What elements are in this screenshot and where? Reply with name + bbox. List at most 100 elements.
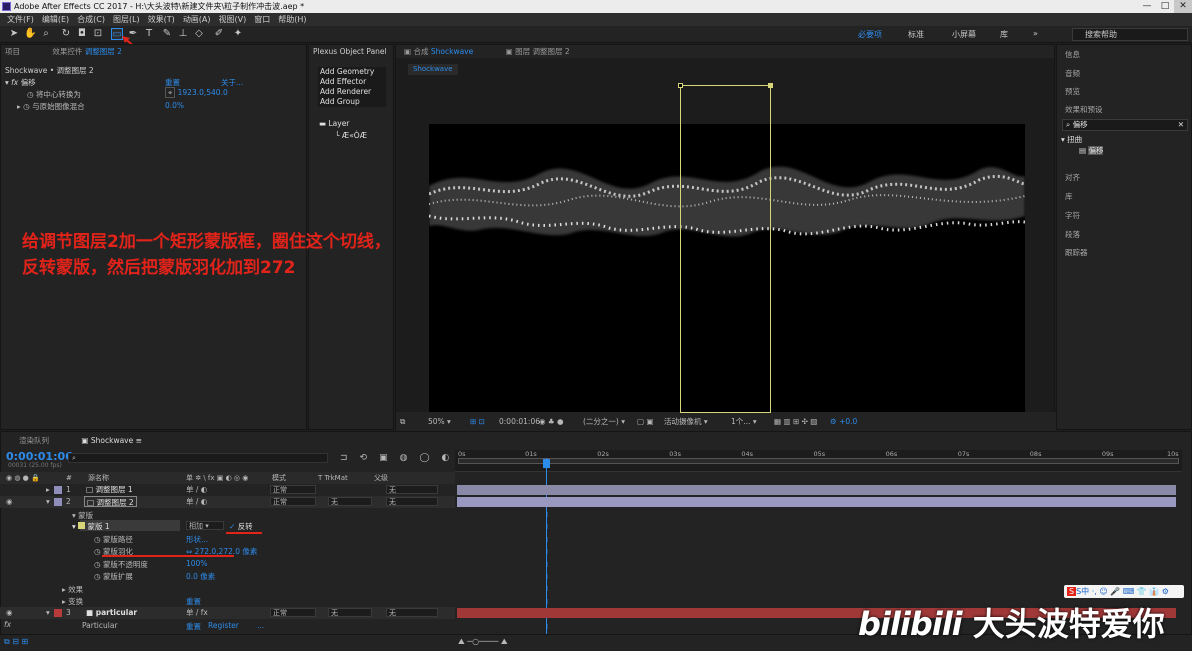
panel-tracker[interactable]: 跟踪器 bbox=[1065, 247, 1088, 258]
zoom-slider[interactable]: ⛰ ─○──── ⛰ bbox=[458, 637, 508, 647]
effects-group-distort[interactable]: ▾ 扭曲 bbox=[1061, 134, 1082, 145]
resolution-select[interactable]: (二分之一) ▾ bbox=[583, 412, 625, 431]
viewer-timecode[interactable]: 0:00:01:06 bbox=[499, 412, 540, 431]
layer-color-label[interactable] bbox=[54, 498, 62, 506]
effect-about-link[interactable]: 关于... bbox=[221, 77, 243, 88]
layer-row[interactable]: ◉ ▾ 2 □ 调整图层 2 单 / ◐ 正常 无 无 bbox=[0, 496, 455, 508]
mask-vertex-handle[interactable] bbox=[678, 83, 683, 88]
trkmat-select[interactable]: 无 bbox=[328, 608, 372, 617]
prop-blend-value[interactable]: 0.0% bbox=[165, 101, 184, 110]
layer-switches[interactable]: 单 / fx bbox=[186, 607, 208, 618]
pan-behind-tool-icon[interactable]: ⊡ bbox=[92, 28, 104, 40]
zoom-tool-icon[interactable]: ⌕ bbox=[40, 28, 52, 40]
panel-effects-presets[interactable]: 效果和预设 bbox=[1065, 104, 1103, 115]
parent-select[interactable]: 无 bbox=[386, 608, 438, 617]
transform-group[interactable]: ▸ 变换 bbox=[62, 596, 83, 607]
col-trkmat[interactable]: T TrkMat bbox=[318, 472, 348, 484]
menu-file[interactable]: 文件(F) bbox=[4, 13, 37, 26]
grid-icon[interactable]: ⊞ ⊡ bbox=[470, 412, 485, 431]
viewer-tools-icon[interactable]: ▦ ▥ ⊞ ✣ ▨ bbox=[774, 412, 817, 431]
mask-vertex-handle[interactable] bbox=[768, 83, 773, 88]
panel-libraries[interactable]: 库 bbox=[1065, 191, 1073, 202]
particular-register-link[interactable]: Register bbox=[208, 621, 239, 630]
always-preview-icon[interactable]: ⧉ bbox=[400, 412, 405, 431]
add-group-button[interactable]: Add Group bbox=[320, 97, 386, 107]
work-area-bar[interactable] bbox=[458, 458, 1179, 464]
parent-select[interactable]: 无 bbox=[386, 485, 438, 494]
layer-bar-2[interactable] bbox=[457, 497, 1176, 507]
ime-toolbar[interactable]: S S中 ·, ☺ 🎤 ⌨ 👕 👔 ⚙ bbox=[1064, 585, 1184, 598]
mode-select[interactable]: 正常 bbox=[270, 608, 316, 617]
panel-character[interactable]: 字符 bbox=[1065, 210, 1080, 221]
effect-offset-row[interactable]: ▾ fx 偏移 bbox=[5, 77, 36, 88]
particular-options-link[interactable]: ... bbox=[257, 621, 264, 630]
mask-rectangle[interactable] bbox=[680, 85, 771, 413]
add-geometry-button[interactable]: Add Geometry bbox=[320, 67, 386, 77]
workspace-more-button[interactable]: » bbox=[1033, 29, 1038, 38]
col-parent[interactable]: 父级 bbox=[374, 472, 388, 484]
layer-switches[interactable]: 单 / ◐ bbox=[186, 496, 207, 507]
layer-name[interactable]: □ 调整图层 2 bbox=[84, 496, 137, 507]
hand-tool-icon[interactable]: ✋ bbox=[24, 28, 36, 40]
rotate-tool-icon[interactable]: ↻ bbox=[60, 28, 72, 40]
layer-search-input[interactable]: ⌕ bbox=[68, 453, 328, 463]
puppet-pin-tool-icon[interactable]: ✦ bbox=[232, 28, 244, 40]
camera-tool-icon[interactable]: ◘ bbox=[76, 28, 88, 40]
mask-inverted-checkbox[interactable]: ✓ 反转 bbox=[229, 521, 253, 532]
parent-select[interactable]: 无 bbox=[386, 497, 438, 506]
workspace-library[interactable]: 库 bbox=[1000, 29, 1008, 40]
playhead-handle[interactable] bbox=[543, 459, 550, 468]
workspace-standard[interactable]: 标准 bbox=[908, 29, 924, 40]
mask-path-value[interactable]: 形状... bbox=[186, 534, 208, 545]
panel-align[interactable]: 对齐 bbox=[1065, 172, 1080, 183]
layer-bar-1[interactable] bbox=[457, 485, 1176, 495]
particular-reset-link[interactable]: 重置 bbox=[186, 621, 201, 632]
mask-1-name[interactable]: ▾ 蒙版 1 bbox=[72, 521, 110, 532]
tab-composition[interactable]: ▣ 合成 Shockwave bbox=[404, 47, 473, 56]
tab-render-queue[interactable]: 渲染队列 bbox=[19, 436, 49, 445]
plexus-tree-layer[interactable]: ▬ Layer bbox=[319, 119, 349, 128]
mask-expansion-value[interactable]: 0.0 像素 bbox=[186, 571, 215, 582]
workspace-essentials[interactable]: 必要项 bbox=[858, 29, 882, 40]
mask-mode-select[interactable]: 相加 ▾ bbox=[186, 521, 224, 530]
eraser-tool-icon[interactable]: ◇ bbox=[193, 28, 205, 40]
clear-search-icon[interactable]: ✕ bbox=[1178, 120, 1184, 130]
maximize-button[interactable]: □ bbox=[1156, 0, 1174, 13]
menu-edit[interactable]: 编辑(E) bbox=[39, 13, 72, 26]
trkmat-select[interactable]: 无 bbox=[328, 497, 372, 506]
selection-tool-icon[interactable]: ➤ bbox=[8, 28, 20, 40]
tab-layer-viewer[interactable]: ▣ 图层 调整图层 2 bbox=[506, 47, 570, 56]
roi-icon[interactable]: ▢ ▣ bbox=[637, 412, 654, 431]
col-source-name[interactable]: 源名称 bbox=[88, 472, 109, 484]
mode-select[interactable]: 正常 bbox=[270, 485, 316, 494]
panel-preview[interactable]: 预览 bbox=[1065, 86, 1080, 97]
time-ruler[interactable]: 0s 01s 02s 03s 04s 05s 06s 07s 08s 09s 10s bbox=[455, 450, 1182, 472]
menu-animation[interactable]: 动画(A) bbox=[180, 13, 214, 26]
layer-color-label[interactable] bbox=[54, 609, 62, 617]
menu-view[interactable]: 视图(V) bbox=[216, 13, 250, 26]
mask-opacity-value[interactable]: 100% bbox=[186, 559, 207, 568]
workspace-small-screen[interactable]: 小屏幕 bbox=[952, 29, 976, 40]
help-search-input[interactable]: 搜索帮助 bbox=[1072, 28, 1188, 41]
minimize-button[interactable]: — bbox=[1138, 0, 1156, 13]
zoom-select[interactable]: 50% ▾ bbox=[428, 412, 451, 431]
footer-toggle-icons[interactable]: ⧉ ⊟ ⊞ bbox=[4, 637, 28, 647]
plexus-tree-child[interactable]: └ Æ«ÒÆ bbox=[335, 131, 367, 140]
particular-effect-label[interactable]: Particular bbox=[82, 621, 118, 630]
panel-audio[interactable]: 音频 bbox=[1065, 68, 1080, 79]
clone-stamp-tool-icon[interactable]: ⊥ bbox=[177, 28, 189, 40]
comp-subtab[interactable]: Shockwave bbox=[408, 64, 458, 75]
effects-result-offset[interactable]: ▤ 偏移 bbox=[1079, 145, 1104, 156]
menu-help[interactable]: 帮助(H) bbox=[275, 13, 309, 26]
roto-brush-tool-icon[interactable]: ✐ bbox=[213, 28, 225, 40]
effects-group[interactable]: ▸ 效果 bbox=[62, 584, 83, 595]
transform-reset-link[interactable]: 重置 bbox=[186, 596, 201, 607]
menu-window[interactable]: 窗口 bbox=[251, 13, 273, 26]
menu-composition[interactable]: 合成(C) bbox=[74, 13, 108, 26]
views-select[interactable]: 1个... ▾ bbox=[731, 412, 757, 431]
add-effector-button[interactable]: Add Effector bbox=[320, 77, 386, 87]
tab-timeline-comp[interactable]: ▣ Shockwave ≡ bbox=[81, 436, 142, 445]
panel-info[interactable]: 信息 bbox=[1065, 49, 1080, 60]
panel-paragraph[interactable]: 段落 bbox=[1065, 229, 1080, 240]
tab-effect-controls[interactable]: 效果控件 调整图层 2 bbox=[52, 47, 122, 56]
